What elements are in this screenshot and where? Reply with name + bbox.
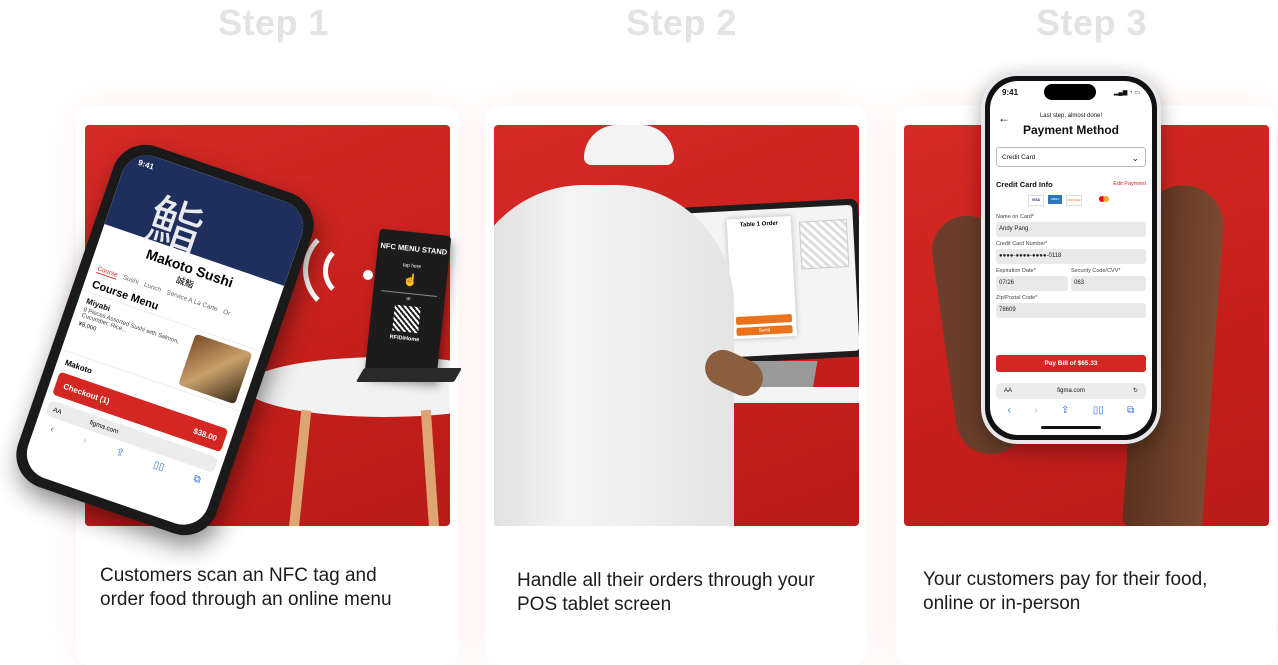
url-text: figma.com bbox=[1057, 388, 1085, 394]
card-info-heading: Credit Card Info bbox=[996, 180, 1053, 189]
payment-subtitle: Last step, almost done! bbox=[1039, 113, 1103, 119]
order-panel: Table 1 Order Send bbox=[726, 215, 797, 340]
back-icon[interactable]: ‹ bbox=[49, 424, 56, 435]
table-leg bbox=[420, 409, 440, 526]
order-send-button[interactable]: Send bbox=[736, 325, 793, 336]
pay-bill-button[interactable]: Pay Bill of $65.33 bbox=[996, 355, 1146, 372]
home-indicator bbox=[1041, 426, 1101, 429]
text-size-button[interactable]: AA bbox=[52, 406, 62, 415]
status-time: 9:41 bbox=[136, 157, 156, 172]
payment-phone: 9:41 ▂▄▆ ◔ ▭ ← Last step, almost done! P… bbox=[981, 72, 1161, 444]
chef-body bbox=[494, 185, 734, 526]
card-brands: VISA AMEX DISCOVER MC bbox=[1028, 195, 1100, 206]
expiration-label: Expiration Date* bbox=[996, 268, 1036, 274]
tap-hand-icon: ☝ bbox=[402, 272, 419, 288]
qr-code-icon bbox=[392, 304, 421, 334]
step-3-caption-line-1: Your customers pay for their food, bbox=[923, 569, 1208, 590]
browser-address-bar[interactable]: AA figma.com ↻ bbox=[996, 383, 1146, 399]
bookmarks-icon[interactable]: ▯▯ bbox=[152, 459, 166, 473]
back-icon[interactable]: ‹ bbox=[1008, 405, 1011, 416]
nfc-stand-or: or bbox=[406, 295, 412, 303]
payment-method-select[interactable]: Credit Card ⌄ bbox=[996, 147, 1146, 167]
order-progress bbox=[735, 314, 793, 325]
share-icon[interactable]: ⇪ bbox=[1061, 405, 1069, 416]
table-grid bbox=[798, 219, 850, 270]
nfc-dot-icon bbox=[363, 270, 373, 280]
step-1-caption: Customers scan an NFC tag and order food… bbox=[100, 564, 392, 612]
browser-toolbar: ‹ › ⇪ ▯▯ ⧉ bbox=[996, 405, 1146, 416]
payment-title: Payment Method bbox=[1022, 123, 1119, 137]
checkout-total: $38.00 bbox=[192, 426, 219, 443]
step-2-title: Step 2 bbox=[626, 2, 738, 43]
cvv-field[interactable]: 063 bbox=[1071, 276, 1146, 291]
step-3-caption: Your customers pay for their food, onlin… bbox=[923, 568, 1207, 616]
step-2-image: Table 1 Order Send bbox=[494, 125, 859, 526]
dynamic-island bbox=[1044, 84, 1096, 100]
visa-icon: VISA bbox=[1028, 195, 1044, 206]
tabs-icon[interactable]: ⧉ bbox=[1127, 405, 1134, 416]
mastercard-circle-orange bbox=[1103, 196, 1109, 202]
step-2-caption: Handle all their orders through your POS… bbox=[517, 569, 815, 617]
name-label: Name on Card* bbox=[996, 214, 1034, 220]
bookmarks-icon[interactable]: ▯▯ bbox=[1093, 405, 1104, 416]
step-1-title: Step 1 bbox=[218, 2, 330, 43]
nfc-stand-brand: RFIDiHome bbox=[389, 334, 420, 344]
status-icons: ▂▄▆ ◔ ▭ bbox=[1113, 90, 1140, 96]
order-panel-title: Table 1 Order bbox=[739, 220, 779, 229]
name-field[interactable]: Andy Pang bbox=[996, 222, 1146, 237]
url-text: figma.com bbox=[88, 418, 120, 436]
step-3-caption-line-2: online or in-person bbox=[923, 593, 1081, 614]
nfc-stand-title: NFC MENU STAND bbox=[380, 240, 448, 257]
step-3-title: Step 3 bbox=[1036, 2, 1148, 43]
tabs-icon[interactable]: ⧉ bbox=[192, 473, 202, 486]
step-2-caption-line-1: Handle all their orders through your bbox=[517, 570, 815, 591]
table-leg bbox=[288, 409, 312, 526]
edit-payment-link[interactable]: Edit Payment bbox=[1113, 181, 1146, 187]
zip-field[interactable]: 78609 bbox=[996, 303, 1146, 318]
cvv-label: Security Code/CVV* bbox=[1071, 268, 1121, 274]
card-number-field[interactable]: ●●●●-●●●●-●●●●-0118 bbox=[996, 249, 1146, 264]
card-number-label: Credit Card Number* bbox=[996, 241, 1048, 247]
chef-hat bbox=[584, 125, 674, 165]
share-icon[interactable]: ⇪ bbox=[114, 446, 126, 459]
payment-phone-screen: 9:41 ▂▄▆ ◔ ▭ ← Last step, almost done! P… bbox=[990, 81, 1152, 435]
forward-icon[interactable]: › bbox=[81, 435, 88, 446]
payment-method-value: Credit Card bbox=[1002, 154, 1036, 161]
expiration-field[interactable]: 07/26 bbox=[996, 276, 1068, 291]
zip-label: Zip/Postal Code* bbox=[996, 295, 1038, 301]
amex-icon: AMEX bbox=[1048, 195, 1062, 204]
status-time: 9:41 bbox=[1002, 88, 1019, 97]
mastercard-icon: MC bbox=[1086, 195, 1100, 204]
reload-icon[interactable]: ↻ bbox=[1133, 383, 1138, 399]
step-1-caption-line-1: Customers scan an NFC tag and bbox=[100, 565, 377, 586]
nfc-stand-base bbox=[355, 368, 463, 382]
restaurant-logo: 鮨 bbox=[139, 186, 211, 265]
step-2-caption-line-2: POS tablet screen bbox=[517, 594, 672, 615]
step-1-caption-line-2: order food through an online menu bbox=[100, 589, 392, 610]
forward-icon[interactable]: › bbox=[1034, 405, 1037, 416]
discover-icon: DISCOVER bbox=[1066, 195, 1082, 206]
nfc-menu-stand: NFC MENU STAND tap here ☝ or RFIDiHome bbox=[364, 228, 452, 381]
chevron-down-icon: ⌄ bbox=[1131, 153, 1139, 163]
